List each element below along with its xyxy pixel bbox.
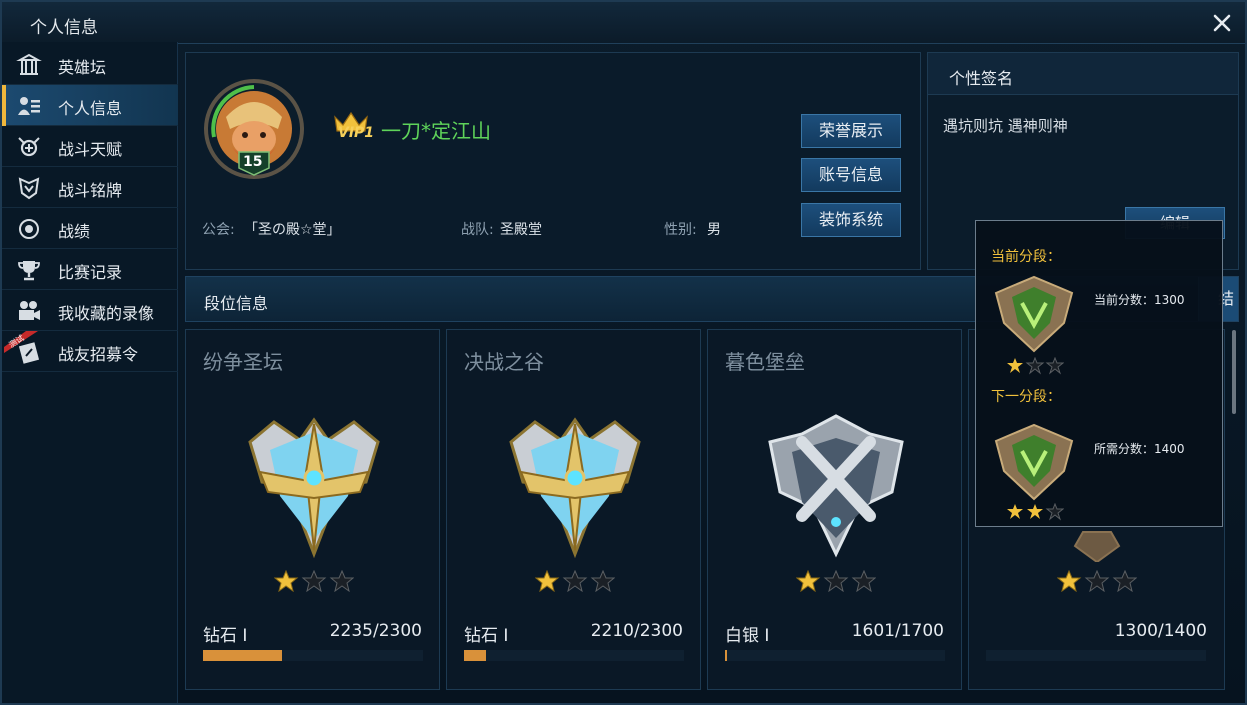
honor-button[interactable]: 荣誉展示 (801, 114, 901, 148)
sidebar-item-label: 战斗天赋 (58, 140, 123, 159)
vip-text: VIP1 (338, 125, 375, 141)
account-info-button[interactable]: 账号信息 (801, 158, 901, 192)
rank-tooltip: 当前分段： 当前分数：1300 下一分段： 所需分数：1400 (975, 220, 1223, 527)
video-icon (19, 301, 40, 320)
rank-card[interactable]: 决战之谷 钻石 I 2210/2300 (446, 329, 701, 690)
star-rating (535, 570, 615, 592)
gender-value: 男 (707, 222, 721, 238)
star-rating (796, 570, 876, 592)
team-label: 战队: (461, 222, 494, 238)
next-star-rating (1007, 503, 1064, 521)
rank-mode-title: 决战之谷 (464, 350, 544, 374)
guild-label: 公会: (202, 222, 235, 238)
rank-tier: 钻石 I (464, 626, 509, 646)
gender-label: 性别: (664, 222, 697, 238)
star-rating (274, 570, 354, 592)
sidebar-item-label: 战绩 (58, 222, 91, 241)
rank-card[interactable]: 暮色堡垒 白银 I 1601/1700 (707, 329, 962, 690)
next-required-score: 所需分数：1400 (1094, 442, 1185, 456)
signature-header: 个性签名 (928, 53, 1238, 95)
progress-track (725, 650, 945, 661)
sidebar-item-record[interactable]: 战绩 (2, 208, 178, 249)
scrollbar-thumb[interactable] (1232, 330, 1236, 414)
sidebar-item-label: 战斗铭牌 (58, 181, 123, 200)
rank-mode-title: 纷争圣坛 (203, 350, 283, 374)
diamond-emblem-icon (509, 417, 641, 559)
rank-score: 1601/1700 (851, 621, 944, 641)
star-rating (1057, 570, 1137, 592)
team-value: 圣殿堂 (500, 222, 542, 238)
sidebar-item-matches[interactable]: 比赛记录 (2, 249, 178, 290)
bronze-emblem-icon (994, 275, 1074, 353)
sidebar-item-nameplate[interactable]: 战斗铭牌 (2, 167, 178, 208)
current-star-rating (1007, 357, 1064, 375)
player-name: 一刀*定江山 (381, 119, 491, 143)
title-bar: 个人信息 (2, 2, 1245, 44)
guild-value: 「圣の殿☆堂」 (244, 222, 341, 238)
progress-track (986, 650, 1206, 661)
rank-tier: 钻石 I (203, 626, 248, 646)
next-tier-label: 下一分段： (991, 389, 1061, 405)
signature-text: 遇坑则坑 遇神则神 (943, 117, 1068, 135)
rank-card[interactable]: 纷争圣坛 钻石 I 2235/2300 (185, 329, 440, 690)
rank-tier: 白银 I (725, 626, 770, 646)
close-icon[interactable] (1209, 10, 1235, 36)
level-text: 15 (243, 154, 263, 170)
progress-fill (464, 650, 486, 661)
sidebar-item-talent[interactable]: 战斗天赋 (2, 126, 178, 167)
progress-fill (203, 650, 283, 661)
progress-fill (725, 650, 728, 661)
trophy-icon (18, 261, 40, 281)
current-score: 当前分数：1300 (1094, 293, 1185, 307)
nameplate-icon (18, 177, 40, 200)
sidebar-item-label: 英雄坛 (58, 58, 107, 77)
silver-emblem-icon (768, 414, 904, 558)
sidebar-item-profile[interactable]: 个人信息 (2, 85, 178, 126)
sidebar-item-label: 个人信息 (58, 99, 123, 118)
talent-icon (18, 137, 40, 157)
sidebar-item-recruit[interactable]: 测试 战友招募令 (2, 331, 178, 372)
pantheon-icon (16, 53, 42, 75)
rank-title: 段位信息 (204, 294, 269, 313)
sidebar-item-label: 我收藏的录像 (58, 304, 155, 323)
rank-score: 2210/2300 (590, 621, 683, 641)
profile-icon (18, 97, 40, 115)
sidebar-item-label: 比赛记录 (58, 263, 123, 282)
sidebar-item-label: 战友招募令 (58, 345, 139, 364)
rank-score: 1300/1400 (1114, 621, 1207, 641)
decoration-button[interactable]: 装饰系统 (801, 203, 901, 237)
signature-title: 个性签名 (949, 69, 1014, 88)
rank-mode-title: 暮色堡垒 (725, 350, 805, 374)
rank-score: 2235/2300 (329, 621, 422, 641)
progress-track (203, 650, 423, 661)
sidebar: 英雄坛 个人信息 战斗天赋 战斗铭牌 战绩 比赛记录 我收藏的录像 测试 战友招… (2, 42, 178, 703)
diamond-emblem-icon (248, 417, 380, 559)
window-title: 个人信息 (30, 18, 98, 38)
record-icon (19, 219, 39, 239)
beta-badge: 测试 (4, 331, 38, 353)
profile-panel: 15 VIP1 一刀*定江山 公会: 「圣の殿☆堂」 战队: 圣殿堂 性别: 男… (185, 52, 921, 270)
current-tier-label: 当前分段： (991, 249, 1061, 265)
sidebar-item-pantheon[interactable]: 英雄坛 (2, 44, 178, 85)
sidebar-item-videos[interactable]: 我收藏的录像 (2, 290, 178, 331)
bronze-emblem-icon (994, 423, 1074, 501)
progress-track (464, 650, 684, 661)
